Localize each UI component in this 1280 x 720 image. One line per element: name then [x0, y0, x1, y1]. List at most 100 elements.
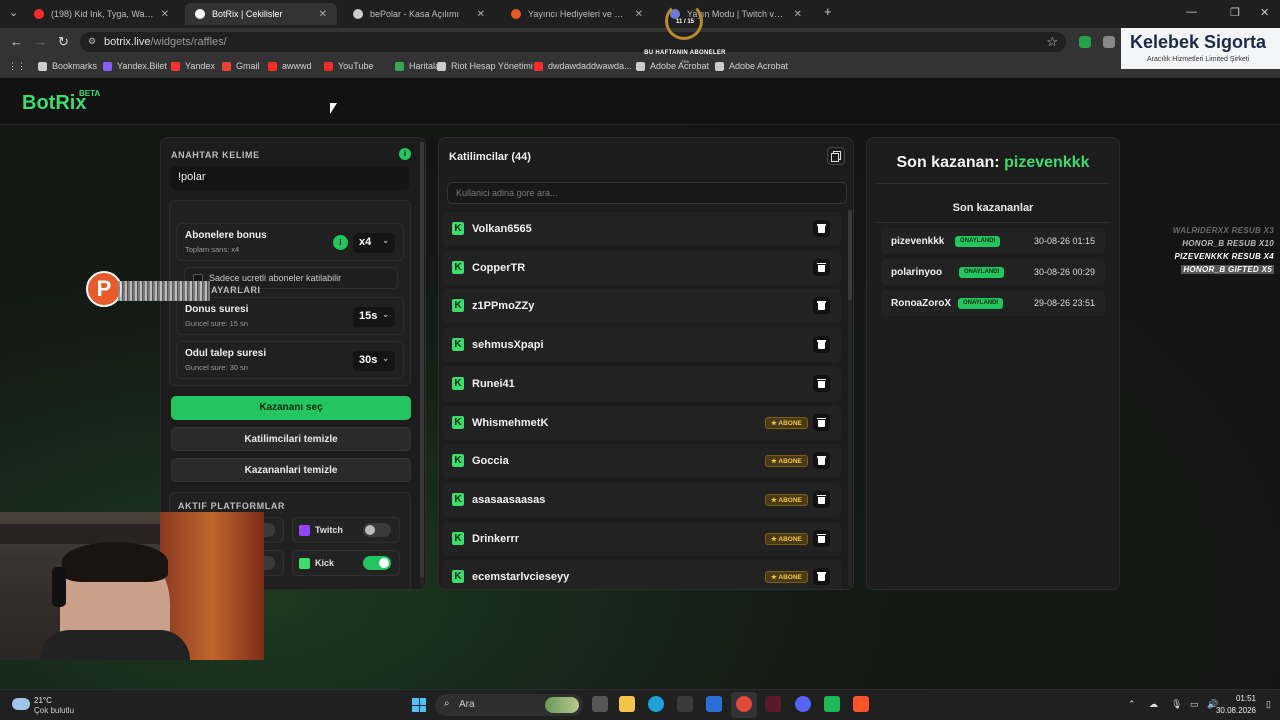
bookmark-icon: [395, 61, 404, 71]
apps-grid-icon[interactable]: ⋮⋮: [8, 61, 26, 72]
tab-close-icon[interactable]: ✕: [319, 9, 327, 20]
participant-row: Kecemstarlvcieseyy ★ ABONE: [443, 560, 841, 589]
address-bar[interactable]: ⚙ botrix.live/widgets/raffles/ ☆: [80, 32, 1066, 52]
bookmark-label: Riot Hesap Yönetimi: [451, 61, 533, 71]
trash-icon[interactable]: [813, 220, 830, 237]
tab-close-icon[interactable]: ✕: [794, 9, 802, 20]
claim-time-subtitle: Guncel sure: 30 sn: [185, 363, 248, 372]
winner-row: polarinyoo ONAYLANDI 30-08-26 00:29: [881, 259, 1105, 285]
file-explorer-icon[interactable]: [619, 696, 635, 712]
trash-icon[interactable]: [813, 297, 830, 315]
botrix-logo[interactable]: BotRix BETA: [22, 89, 100, 115]
participant-row: Kz1PPmoZZy: [443, 289, 841, 324]
info-icon[interactable]: i: [399, 148, 411, 160]
extension-icon[interactable]: [1103, 36, 1115, 48]
brave-icon[interactable]: [853, 696, 869, 712]
browser-tab[interactable]: Yayıncı Hediyeleri ve Kazananlar✕: [501, 3, 653, 25]
bookmark-item[interactable]: Bookmarks: [38, 61, 97, 71]
bookmark-item[interactable]: Yandex: [171, 61, 215, 71]
participant-name: Runei41: [472, 377, 515, 390]
browser-tab[interactable]: BotRix | Cekilisler ✕: [185, 3, 337, 25]
taskbar-search[interactable]: ⌕ Ara: [435, 694, 583, 716]
sub-goal-count: 11 / 15: [675, 19, 695, 25]
claim-time-select[interactable]: 30s ⌄: [353, 351, 395, 371]
bookmark-item[interactable]: Yandex.Bilet: [103, 61, 167, 71]
bonus-info-icon[interactable]: i: [333, 235, 348, 250]
maximize-button[interactable]: ❐: [1230, 6, 1240, 19]
close-window-button[interactable]: ✕: [1260, 6, 1269, 19]
task-view-icon[interactable]: [592, 696, 608, 712]
participant-search-input[interactable]: Kullanici adina gore ara...: [447, 182, 847, 204]
bookmark-star-icon[interactable]: ☆: [1046, 34, 1058, 50]
bookmark-item[interactable]: YouTube: [324, 61, 373, 71]
trash-icon[interactable]: [813, 374, 830, 392]
duration-select[interactable]: 15s ⌄: [353, 307, 395, 327]
trash-icon[interactable]: [813, 452, 830, 470]
shield-extension-icon[interactable]: [1079, 36, 1091, 48]
reload-icon[interactable]: ↻: [58, 34, 69, 50]
tab-close-icon[interactable]: ✕: [161, 9, 169, 20]
twitch-icon: [299, 525, 310, 536]
new-tab-button[interactable]: +: [824, 4, 832, 19]
url-text[interactable]: botrix.live/widgets/raffles/: [104, 36, 227, 48]
minimize-button[interactable]: —: [1186, 6, 1197, 18]
clear-participants-button[interactable]: Katilimcilari temizle: [171, 427, 411, 451]
kick-icon: K: [452, 454, 464, 468]
tab-search-icon[interactable]: ⌄: [9, 6, 18, 19]
bookmark-item[interactable]: dwdawdaddwawda...: [534, 61, 632, 71]
bookmark-icon: [437, 61, 446, 71]
keyword-input[interactable]: !polar: [171, 166, 409, 190]
kick-icon: K: [452, 492, 464, 506]
taskbar-clock[interactable]: 01:51 30.08.2026: [1216, 693, 1256, 717]
edge-icon[interactable]: [648, 696, 664, 712]
copy-icon[interactable]: [827, 147, 845, 165]
notifications-icon[interactable]: ▯: [1266, 699, 1271, 710]
app-icon[interactable]: [765, 696, 781, 712]
browser-tab[interactable]: bePolar - Kasa Açılımı ✕: [343, 3, 495, 25]
bookmark-item[interactable]: awwwd: [268, 61, 312, 71]
recent-winners-title: Son kazananlar: [952, 202, 1034, 214]
trash-icon[interactable]: [813, 258, 830, 276]
tray-chevron-icon[interactable]: ⌃: [1128, 699, 1136, 710]
tab-close-icon[interactable]: ✕: [477, 9, 485, 20]
clock-date: 30.08.2026: [1215, 706, 1256, 715]
windows-start-icon[interactable]: [412, 698, 426, 712]
app-green-icon[interactable]: [824, 696, 840, 712]
sub-bonus-select[interactable]: x4 ⌄: [353, 233, 395, 253]
tab-favicon-icon: [511, 9, 521, 19]
kick-toggle[interactable]: [363, 556, 391, 570]
bookmark-label: Yandex.Bilet: [117, 61, 167, 71]
bookmark-item[interactable]: Riot Hesap Yönetimi: [437, 61, 533, 71]
cloud-tray-icon[interactable]: ☁: [1149, 699, 1158, 710]
participant-row: K WhismehmetK ★ ABONE: [443, 405, 841, 440]
bookmark-item[interactable]: Gmail: [222, 61, 260, 71]
clear-winners-button[interactable]: Kazananlari temizle: [171, 458, 411, 482]
windows-taskbar: 21°C Çok bulutlu ⌕ Ara ⌃ ☁ 🎙 ▭ 🔊 01:51 3…: [0, 689, 1280, 720]
trash-icon[interactable]: [813, 336, 830, 354]
bookmark-item[interactable]: Haritalar: [395, 61, 443, 71]
site-info-icon[interactable]: ⚙: [88, 36, 96, 47]
search-highlight-image: [545, 697, 579, 713]
discord-icon[interactable]: [795, 696, 811, 712]
trash-icon[interactable]: [813, 568, 830, 586]
store-icon[interactable]: [677, 696, 693, 712]
network-icon[interactable]: ▭: [1190, 699, 1199, 710]
trash-icon[interactable]: [813, 490, 830, 508]
event-feed-item: WALRIDERXX RESUB X3: [1172, 226, 1274, 235]
bookmark-icon: [171, 61, 180, 71]
browser-tab[interactable]: (198) Kid Ink, Tyga, Wale, Y... ✕: [24, 3, 179, 25]
back-icon[interactable]: ←: [10, 34, 23, 49]
chrome-icon[interactable]: [736, 696, 752, 712]
twitch-toggle[interactable]: [363, 523, 391, 537]
trash-icon[interactable]: [813, 413, 830, 431]
mic-icon[interactable]: 🎙: [1171, 699, 1182, 710]
event-feed-item: HONOR_B RESUB X10: [1182, 239, 1274, 248]
mail-icon[interactable]: [706, 696, 722, 712]
forward-icon[interactable]: →: [34, 34, 47, 49]
settings-section-title: AYARLARI: [211, 285, 261, 295]
bookmark-label: Yandex: [185, 61, 215, 71]
participants-scrollbar[interactable]: [848, 210, 852, 586]
trash-icon[interactable]: [813, 529, 830, 547]
pick-winner-button[interactable]: Kazananı seç: [171, 396, 411, 420]
settings-scrollbar[interactable]: [420, 142, 424, 587]
